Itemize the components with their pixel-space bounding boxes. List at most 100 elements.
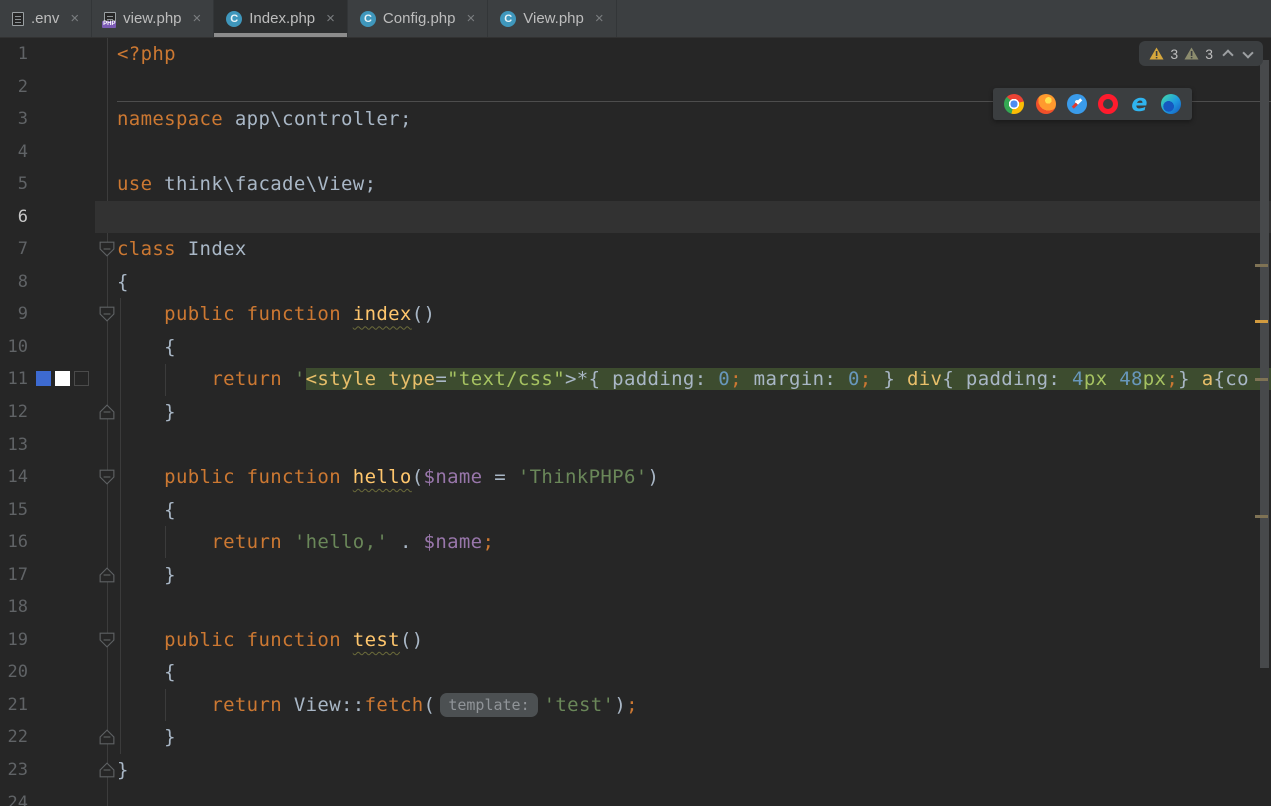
line-number[interactable]: 20 [0,656,28,689]
close-tab-icon[interactable]: × [70,10,79,27]
line-number[interactable]: 7 [0,233,28,266]
inspections-widget[interactable]: 3 3 [1139,41,1263,66]
code-text: } [117,396,1271,429]
code-token: () [400,629,424,651]
code-token: } [1178,368,1202,390]
previous-problem-button[interactable] [1223,49,1233,59]
firefox-icon[interactable] [1036,94,1056,114]
code-line[interactable]: 11 return '<style type="text/css">*{ pad… [0,363,1271,396]
line-number[interactable]: 22 [0,721,28,754]
fold-collapse-icon[interactable] [99,241,115,257]
edge-icon[interactable] [1161,94,1181,114]
code-line[interactable]: 7class Index [0,233,1271,266]
fold-end-icon[interactable] [99,729,115,745]
tab-Config-php[interactable]: CConfig.php× [348,0,488,37]
code-line[interactable]: 6 [0,201,1271,234]
code-line[interactable]: 4 [0,136,1271,169]
tab-View-php[interactable]: CView.php× [488,0,616,37]
line-number[interactable]: 16 [0,526,28,559]
code-line[interactable]: 15 { [0,494,1271,527]
code-token: } [117,564,176,586]
error-stripe-mark[interactable] [1255,378,1268,381]
code-line[interactable]: 1<?php [0,38,1271,71]
line-number[interactable]: 12 [0,396,28,429]
safari-icon[interactable] [1067,94,1087,114]
code-line[interactable]: 18 [0,591,1271,624]
code-line[interactable]: 14 public function hello($name = 'ThinkP… [0,461,1271,494]
code-token: ; [626,694,638,716]
code-line[interactable]: 9 public function index() [0,298,1271,331]
code-token: ; [1166,368,1178,390]
line-number[interactable]: 3 [0,103,28,136]
chrome-icon[interactable] [1004,94,1024,114]
line-number[interactable]: 1 [0,38,28,71]
tab-view-php[interactable]: PHPview.php× [92,0,214,37]
editor-area[interactable]: 1<?php23namespace app\controller;45use t… [0,38,1271,806]
code-token: div [907,368,942,390]
tab-Index-php[interactable]: CIndex.php× [214,0,348,37]
line-number[interactable]: 13 [0,429,28,462]
line-number[interactable]: 9 [0,298,28,331]
code-line[interactable]: 8{ [0,266,1271,299]
color-swatch[interactable] [55,371,70,386]
code-token [117,629,164,651]
code-line[interactable]: 23} [0,754,1271,787]
code-line[interactable]: 16 return 'hello,' . $name; [0,526,1271,559]
line-number[interactable]: 23 [0,754,28,787]
code-token: $name [424,466,483,488]
code-line[interactable]: 24 [0,787,1271,806]
line-number[interactable]: 8 [0,266,28,299]
line-number[interactable]: 19 [0,624,28,657]
code-token: () [412,303,436,325]
code-line[interactable]: 13 [0,429,1271,462]
code-line[interactable]: 20 { [0,656,1271,689]
code-line[interactable]: 5use think\facade\View; [0,168,1271,201]
fold-end-icon[interactable] [99,567,115,583]
line-number[interactable]: 10 [0,331,28,364]
scrollbar-thumb[interactable] [1260,60,1269,668]
code-token: namespace [117,108,223,130]
opera-icon[interactable] [1098,94,1118,114]
code-line[interactable]: 10 { [0,331,1271,364]
tab--env[interactable]: .env× [0,0,92,37]
close-tab-icon[interactable]: × [595,10,604,27]
fold-end-icon[interactable] [99,404,115,420]
color-swatch[interactable] [36,371,51,386]
editor-content: 1<?php23namespace app\controller;45use t… [0,38,1271,806]
line-number[interactable]: 6 [0,201,28,234]
line-number[interactable]: 17 [0,559,28,592]
fold-end-icon[interactable] [99,762,115,778]
code-line[interactable]: 21 return View::fetch(template:'test'); [0,689,1271,722]
line-number[interactable]: 18 [0,591,28,624]
code-token: ; [730,368,742,390]
fold-collapse-icon[interactable] [99,632,115,648]
close-tab-icon[interactable]: × [193,10,202,27]
code-line[interactable]: 12 } [0,396,1271,429]
code-token: } [872,368,907,390]
line-number[interactable]: 2 [0,71,28,104]
line-number[interactable]: 14 [0,461,28,494]
code-token: ( [424,694,436,716]
line-number[interactable]: 4 [0,136,28,169]
close-tab-icon[interactable]: × [326,10,335,27]
code-line[interactable]: 17 } [0,559,1271,592]
line-number[interactable]: 5 [0,168,28,201]
close-tab-icon[interactable]: × [466,10,475,27]
line-number[interactable]: 24 [0,787,28,806]
line-number[interactable]: 11 [0,363,28,396]
fold-collapse-icon[interactable] [99,306,115,322]
next-problem-button[interactable] [1243,49,1253,59]
error-stripe-mark[interactable] [1255,515,1268,518]
code-token: 'test' [544,694,615,716]
color-swatch[interactable] [74,371,89,386]
fold-collapse-icon[interactable] [99,469,115,485]
line-number[interactable]: 15 [0,494,28,527]
error-stripe-mark[interactable] [1255,264,1268,267]
line-number[interactable]: 21 [0,689,28,722]
error-stripe-mark[interactable] [1255,320,1268,323]
ide-window: .env×PHPview.php×CIndex.php×CConfig.php×… [0,0,1271,806]
code-line[interactable]: 22 } [0,721,1271,754]
code-line[interactable]: 19 public function test() [0,624,1271,657]
code-token: public function [164,303,353,325]
internet-explorer-icon[interactable]: e [1129,94,1149,114]
